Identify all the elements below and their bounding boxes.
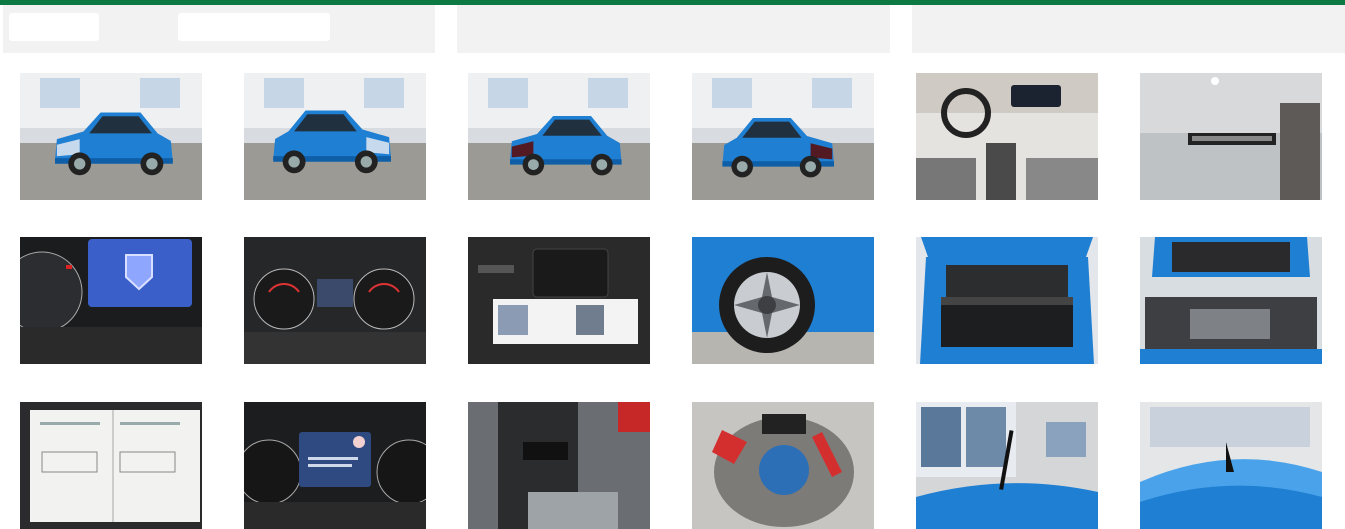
photo-underbody-suspension[interactable] xyxy=(468,402,650,529)
photo-service-booklet-image xyxy=(20,402,202,529)
photo-cluster-service-message[interactable] xyxy=(244,402,426,529)
photo-open-trunk-image xyxy=(916,237,1098,364)
photo-key-tag-image xyxy=(1140,73,1322,200)
photo-instrument-cluster-logo[interactable] xyxy=(20,237,202,364)
photo-roof-antenna-closeup[interactable] xyxy=(1140,402,1322,529)
photo-front-right-blue-hatchback-image xyxy=(244,73,426,200)
header-button-2[interactable] xyxy=(178,13,330,41)
photo-front-right-blue-hatchback[interactable] xyxy=(244,73,426,200)
photo-instrument-cluster-gauges-image xyxy=(244,237,426,364)
panel-header-right xyxy=(912,5,1345,53)
photo-underbody-suspension-image xyxy=(468,402,650,529)
photo-engine-bay-image xyxy=(1140,237,1322,364)
photo-rear-right-blue-hatchback-image xyxy=(692,73,874,200)
photo-cluster-service-message-image xyxy=(244,402,426,529)
photo-spare-wheel-well-image xyxy=(692,402,874,529)
photo-spare-wheel-well[interactable] xyxy=(692,402,874,529)
photo-interior-dashboard-image xyxy=(916,73,1098,200)
photo-alloy-wheel[interactable] xyxy=(692,237,874,364)
photo-roof-antenna-closeup-image xyxy=(1140,402,1322,529)
photo-instrument-cluster-gauges[interactable] xyxy=(244,237,426,364)
photo-documents-and-manual-image xyxy=(468,237,650,364)
photo-key-tag[interactable] xyxy=(1140,73,1322,200)
photo-rear-left-blue-hatchback-image xyxy=(468,73,650,200)
panel-header-middle xyxy=(457,5,890,53)
photo-front-left-blue-hatchback[interactable] xyxy=(20,73,202,200)
photo-service-booklet[interactable] xyxy=(20,402,202,529)
photo-front-left-blue-hatchback-image xyxy=(20,73,202,200)
photo-engine-bay[interactable] xyxy=(1140,237,1322,364)
photo-documents-and-manual[interactable] xyxy=(468,237,650,364)
photo-instrument-cluster-logo-image xyxy=(20,237,202,364)
header-button-1[interactable] xyxy=(9,13,99,41)
panel-header-left xyxy=(3,5,435,53)
photo-open-trunk[interactable] xyxy=(916,237,1098,364)
photo-roof-antenna-window[interactable] xyxy=(916,402,1098,529)
photo-interior-dashboard[interactable] xyxy=(916,73,1098,200)
photo-rear-right-blue-hatchback[interactable] xyxy=(692,73,874,200)
photo-rear-left-blue-hatchback[interactable] xyxy=(468,73,650,200)
photo-alloy-wheel-image xyxy=(692,237,874,364)
photo-roof-antenna-window-image xyxy=(916,402,1098,529)
